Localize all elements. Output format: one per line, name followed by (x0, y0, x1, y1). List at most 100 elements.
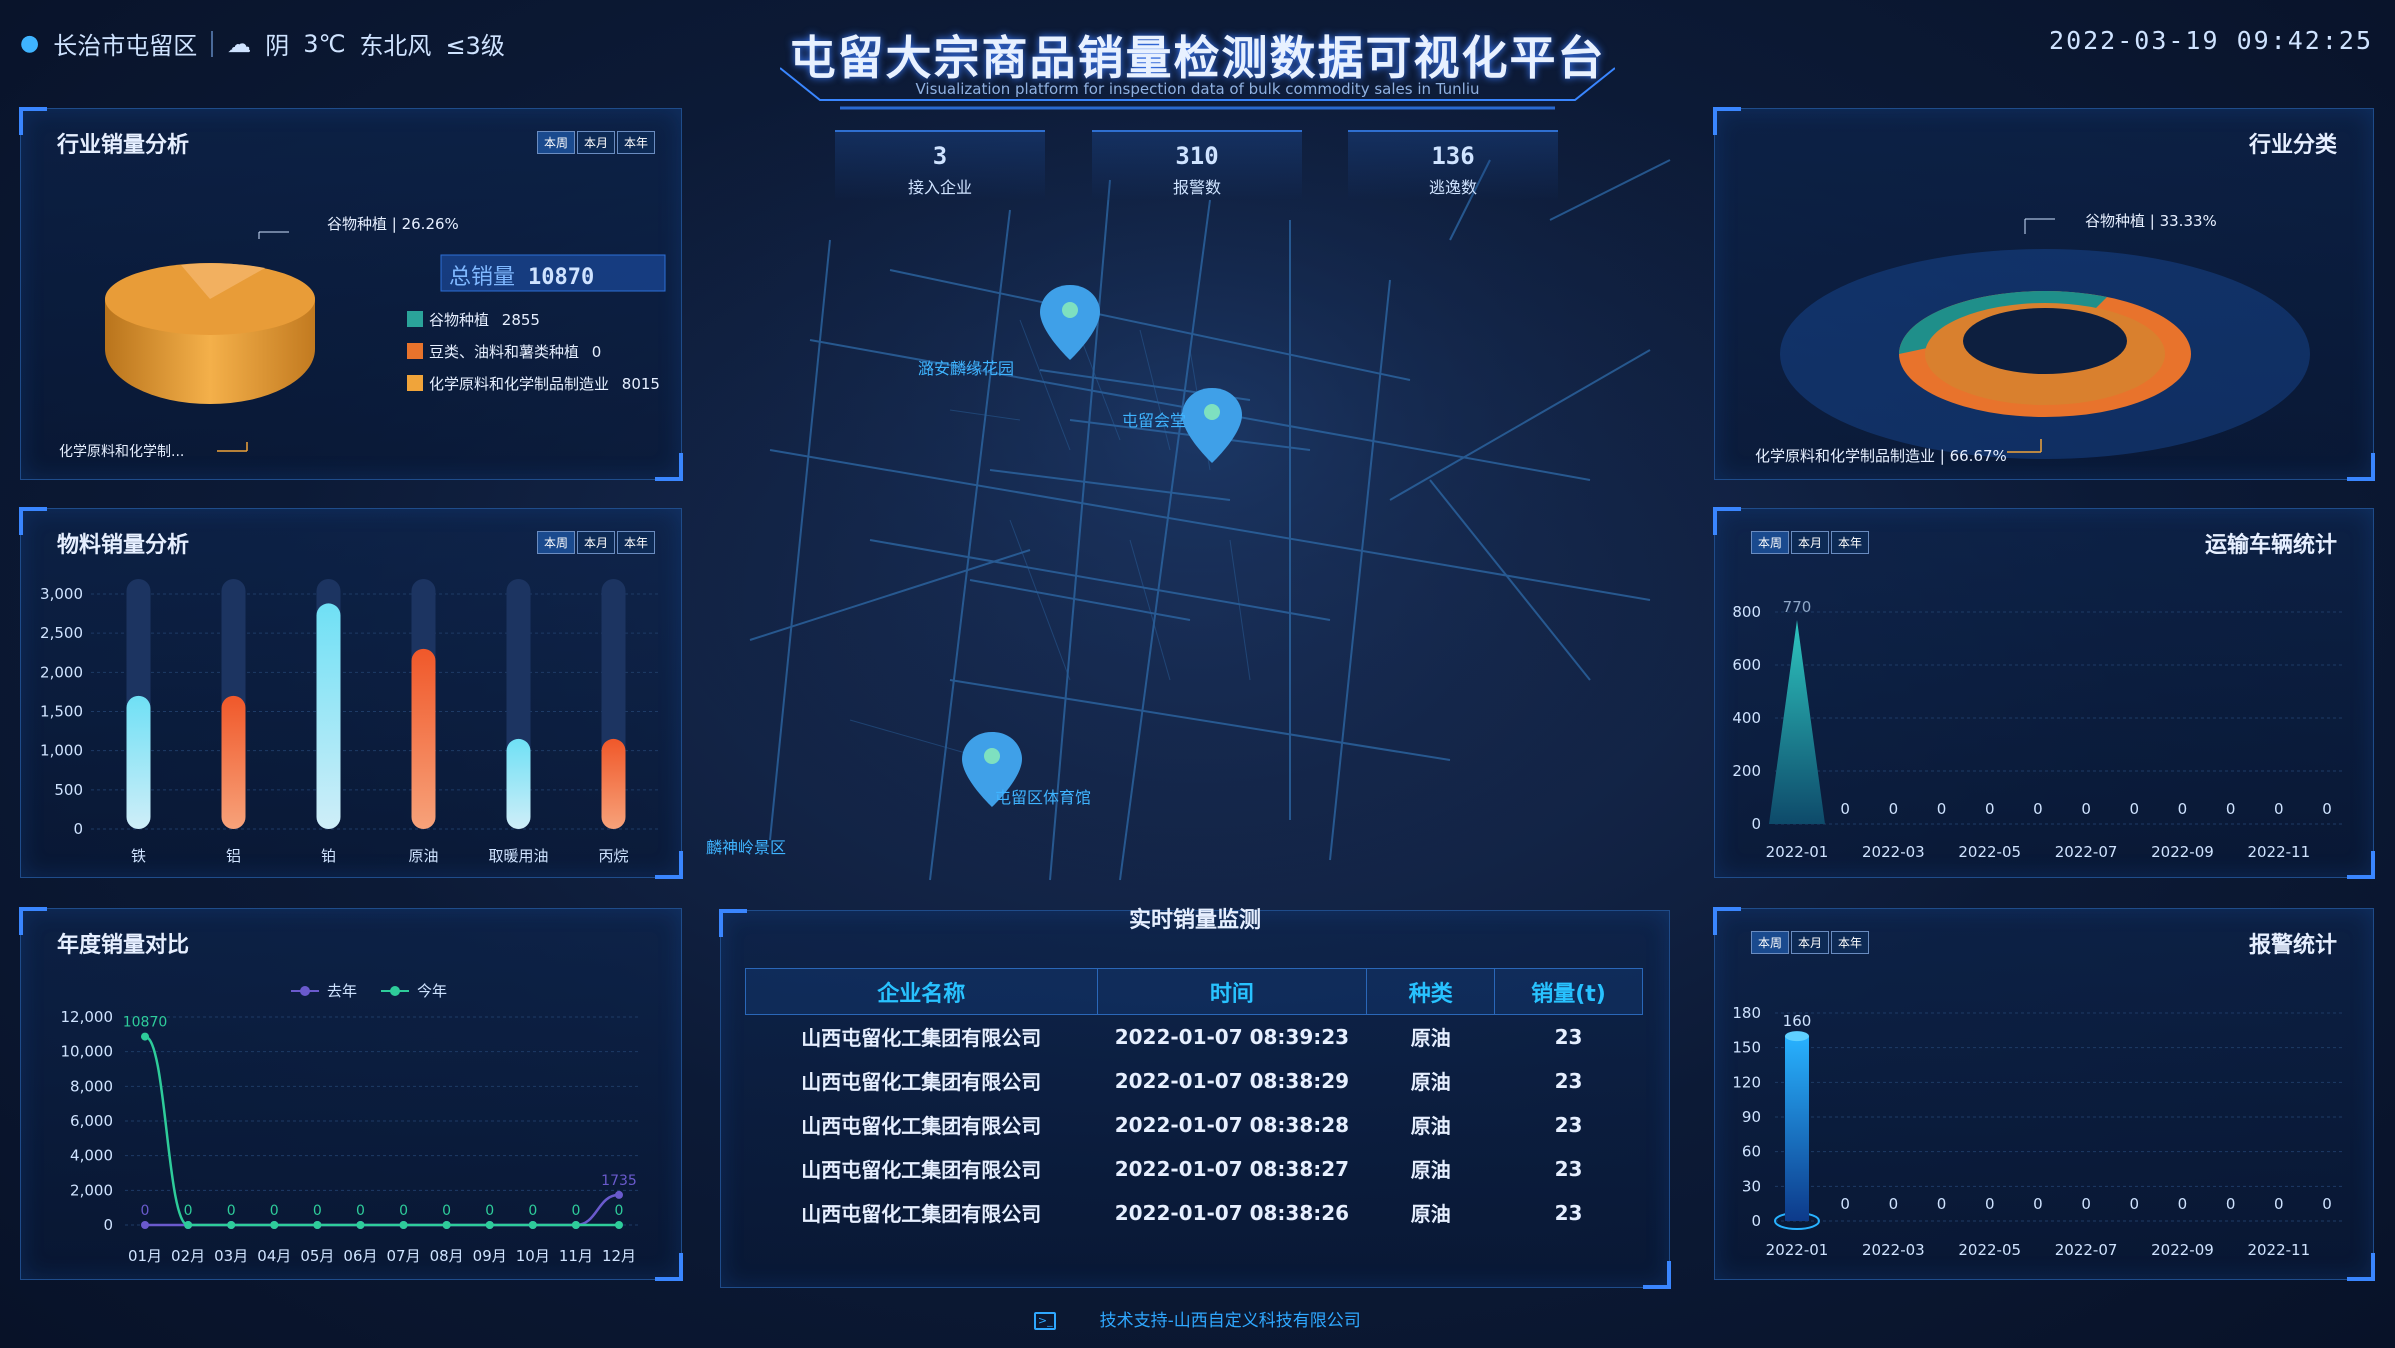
data-label: 0 (2129, 1195, 2139, 1213)
legend-value: 8015 (621, 375, 660, 393)
map-area[interactable] (690, 120, 1710, 900)
datetime: 2022-03-19 09:42:25 (2049, 26, 2373, 55)
data-label: 0 (270, 1203, 279, 1219)
column-header[interactable]: 种类 (1366, 968, 1496, 1015)
transport-area-chart: 0 200 400 600 800 770 0 0 0 0 0 0 0 0 0 0 0 2022-01 2022-0… (1732, 598, 2345, 861)
x-tick-label: 07月 (386, 1247, 420, 1265)
y-tick-label: 10,000 (61, 1043, 114, 1061)
stat-enterprises: 3 接入企业 (835, 130, 1045, 200)
pie-bottom-label: 化学原料和化学制... (59, 444, 185, 460)
data-label: 0 (528, 1203, 537, 1219)
legend-item-beans: 豆类、油料和薯类种植 0 (429, 341, 601, 362)
data-label: 1735 (601, 1173, 637, 1189)
alarm-bar-chart: 0 30 60 90 120 150 180 160 0 0 0 0 0 0 0 0 0 0 0 2022-01 202… (1732, 1004, 2345, 1259)
data-point (442, 1221, 451, 1229)
cell-type: 原油 (1410, 1202, 1451, 1226)
x-tick-label: 2022-01 (1766, 1241, 1829, 1259)
bar-cap (1785, 1031, 1809, 1042)
data-label: 0 (356, 1203, 365, 1219)
map-label-2: 屯留会堂 (1122, 411, 1187, 430)
footer: >_ 技术支持-山西自定义科技有限公司 (0, 1306, 2395, 1331)
y-tick-label: 1,000 (40, 742, 83, 760)
y-tick-label: 2,500 (40, 624, 83, 642)
legend-label: 今年 (417, 982, 447, 1000)
data-point (184, 1221, 193, 1229)
stat-value: 310 (1175, 142, 1219, 170)
table-row[interactable]: 山西屯留化工集团有限公司 2022-01-07 08:38:29 原油 23 (746, 1059, 1643, 1103)
data-label: 0 (1889, 1195, 1899, 1213)
y-tick-label: 60 (1742, 1143, 1761, 1161)
legend-name: 化学原料和化学制品制造业 (429, 375, 610, 393)
x-tick-label: 12月 (602, 1247, 636, 1265)
column-header[interactable]: 企业名称 (745, 968, 1098, 1015)
monitor-table: 企业名称 时间 种类 销量(t) 山西屯留化工集团有限公司 2022-01-07… (745, 968, 1643, 1235)
y-tick-label: 6,000 (70, 1112, 113, 1130)
legend-item-chem: 化学原料和化学制品制造业 8015 (429, 373, 660, 394)
footer-text[interactable]: 技术支持-山西自定义科技有限公司 (1100, 1311, 1361, 1331)
alarm-panel: 报警统计 本周 本月 本年 0 30 60 90 120 150 180 160 0 0 0 0 0 0 0… (1713, 907, 2375, 1281)
y-tick-label: 500 (54, 781, 83, 799)
stat-label: 接入企业 (907, 178, 972, 197)
cell-type: 原油 (1410, 1070, 1451, 1094)
y-tick-label: 180 (1732, 1004, 1761, 1022)
legend-marker (390, 986, 400, 996)
x-tick-label: 05月 (300, 1247, 334, 1265)
data-point (485, 1221, 494, 1229)
data-point (227, 1221, 236, 1229)
legend-name: 谷物种植 (429, 311, 490, 329)
cell-volume: 23 (1554, 1068, 1583, 1093)
cell-company: 山西屯留化工集团有限公司 (801, 1026, 1042, 1051)
stat-value: 3 (932, 142, 948, 170)
table-row[interactable]: 山西屯留化工集团有限公司 2022-01-07 08:38:26 原油 23 (746, 1191, 1643, 1235)
x-tick-label: 铁 (131, 847, 146, 865)
x-tick-label: 2022-05 (1958, 1241, 2021, 1259)
legend-name: 豆类、油料和薯类种植 (429, 343, 580, 361)
x-tick-label: 铝 (226, 847, 241, 865)
stat-value: 136 (1431, 142, 1475, 170)
data-label: 0 (2322, 800, 2332, 818)
material-bar-chart: 0 500 1,000 1,500 2,000 2,500 3,000 铁 铝 铂 原油 取暖用油 丙烷 (40, 579, 661, 865)
data-label: 0 (2178, 800, 2188, 818)
y-tick-label: 30 (1742, 1177, 1761, 1195)
legend-swatch-grain (407, 311, 423, 327)
page-title: 屯留大宗商品销量检测数据可视化平台 (789, 31, 1606, 85)
bar (506, 738, 531, 829)
data-label: 0 (141, 1203, 150, 1219)
y-tick-label: 800 (1732, 603, 1761, 621)
table-row[interactable]: 山西屯留化工集团有限公司 2022-01-07 08:38:27 原油 23 (746, 1147, 1643, 1191)
cell-time: 2022-01-07 08:38:28 (1114, 1112, 1350, 1137)
column-header[interactable]: 销量(t) (1494, 968, 1643, 1015)
y-tick-label: 90 (1742, 1108, 1761, 1126)
cell-volume: 23 (1554, 1200, 1583, 1225)
x-tick-label: 09月 (473, 1247, 507, 1265)
page-subtitle: Visualization platform for inspection da… (915, 80, 1480, 98)
y-tick-label: 0 (1751, 815, 1761, 833)
x-tick-label: 01月 (128, 1247, 162, 1265)
cell-type: 原油 (1410, 1114, 1451, 1138)
column-header[interactable]: 时间 (1096, 968, 1368, 1015)
y-tick-label: 120 (1732, 1073, 1761, 1091)
data-point (615, 1221, 623, 1229)
industry-sales-panel: 行业销量分析 本周 本月 本年 谷物种植 | 26.26% 化学原料和化学制..… (19, 107, 683, 481)
y-tick-label: 0 (1751, 1212, 1761, 1230)
data-label: 0 (2274, 1195, 2284, 1213)
cell-volume: 23 (1554, 1112, 1583, 1137)
data-label: 0 (1937, 800, 1947, 818)
table-row[interactable]: 山西屯留化工集团有限公司 2022-01-07 08:38:28 原油 23 (746, 1103, 1643, 1147)
monitor-title: 实时销量监测 (1128, 908, 1261, 933)
pie-top-label: 谷物种植 | 26.26% (327, 215, 459, 233)
bar (316, 603, 341, 829)
cell-time: 2022-01-07 08:38:26 (1114, 1200, 1350, 1225)
x-tick-label: 03月 (214, 1247, 248, 1265)
x-tick-label: 2022-09 (2151, 843, 2214, 861)
table-row[interactable]: 山西屯留化工集团有限公司 2022-01-07 08:39:23 原油 23 (746, 1015, 1643, 1059)
data-label: 0 (571, 1203, 580, 1219)
legend-marker (300, 986, 310, 996)
x-tick-label: 06月 (343, 1247, 377, 1265)
total-value: 10870 (528, 265, 595, 290)
x-tick-label: 取暖用油 (488, 847, 548, 865)
donut-bottom-label: 化学原料和化学制品制造业 | 66.67% (1755, 447, 2007, 465)
bar (126, 695, 151, 829)
y-tick-label: 8,000 (70, 1077, 113, 1095)
stat-label: 逃逸数 (1428, 178, 1477, 197)
